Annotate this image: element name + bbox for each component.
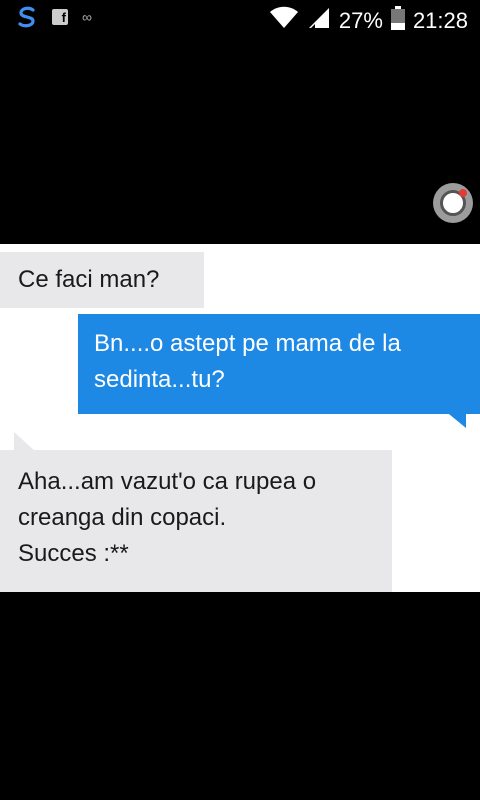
message-text-line: sedinta...tu? bbox=[94, 366, 225, 393]
message-text: Ce faci man? bbox=[18, 266, 160, 293]
signal-icon bbox=[307, 6, 331, 36]
facebook-icon: f bbox=[52, 9, 68, 25]
record-icon bbox=[440, 189, 467, 216]
incoming-bubble-tail bbox=[14, 432, 36, 452]
record-dot bbox=[459, 189, 467, 197]
incoming-message: Ce faci man? bbox=[0, 252, 204, 308]
wifi-icon bbox=[269, 6, 299, 36]
phone-screen: f ∞ 27% 21:28 Ce faci man? Bn....o astep… bbox=[0, 0, 480, 800]
infinity-icon: ∞ bbox=[82, 9, 92, 25]
message-text-line: Bn....o astept pe mama de la bbox=[94, 330, 401, 357]
screen-record-button[interactable] bbox=[433, 183, 473, 223]
notification-icons: f ∞ bbox=[16, 6, 92, 28]
outgoing-bubble-tail bbox=[444, 410, 466, 428]
incoming-message: Aha...am vazut'o ca rupea o creanga din … bbox=[0, 450, 392, 592]
battery-icon bbox=[390, 6, 405, 36]
chat-screenshot: Ce faci man? Bn....o astept pe mama de l… bbox=[0, 244, 480, 592]
message-text-line: Succes :** bbox=[18, 540, 129, 567]
outgoing-message: Bn....o astept pe mama de la sedinta...t… bbox=[78, 314, 480, 414]
system-status: 27% 21:28 bbox=[269, 6, 468, 36]
status-bar: f ∞ 27% 21:28 bbox=[0, 0, 480, 38]
message-text-line: creanga din copaci. bbox=[18, 504, 227, 531]
message-text-line: Aha...am vazut'o ca rupea o bbox=[18, 468, 317, 495]
s-app-icon bbox=[16, 6, 38, 28]
battery-percent: 27% bbox=[338, 8, 383, 33]
clock: 21:28 bbox=[412, 8, 468, 33]
